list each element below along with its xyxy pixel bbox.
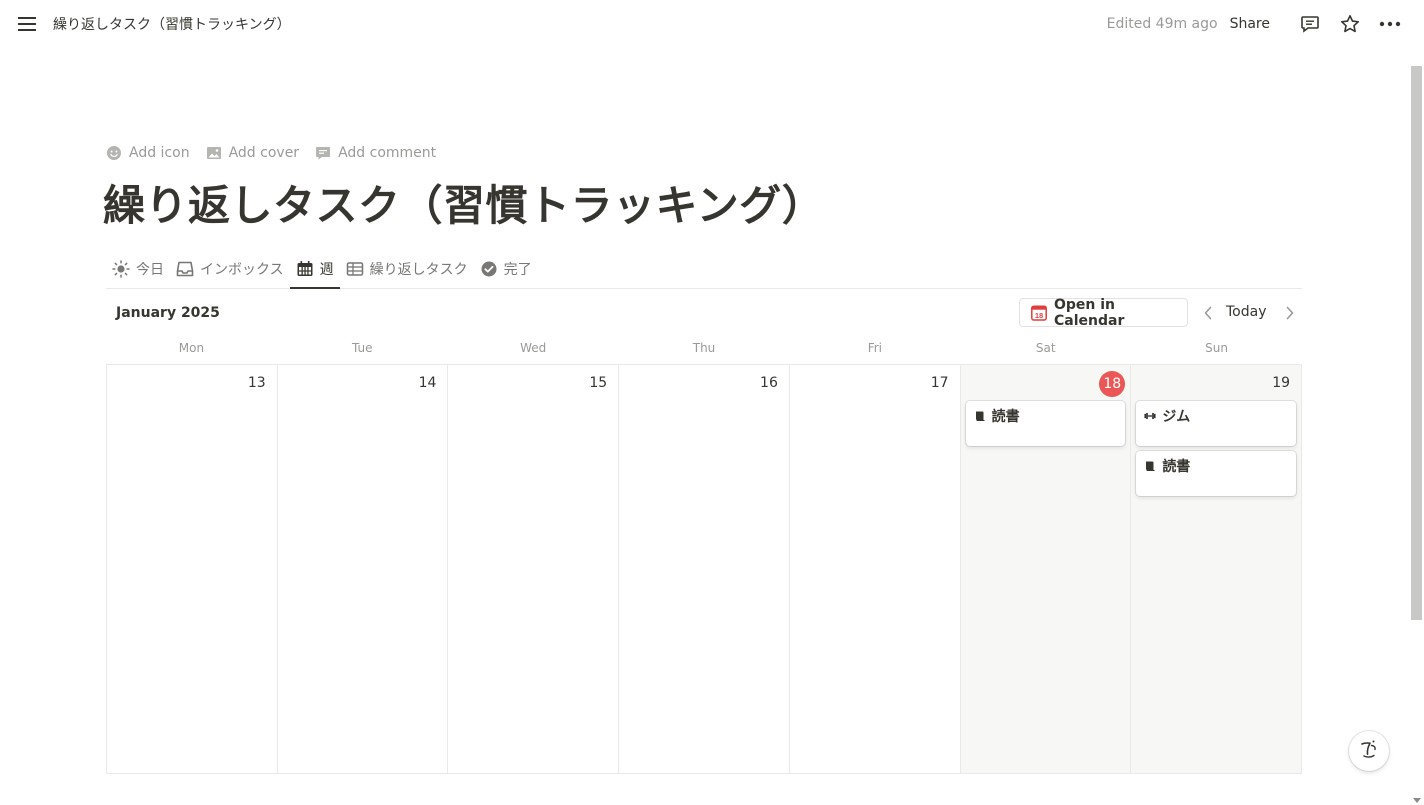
add-cover-label: Add cover bbox=[228, 145, 300, 161]
add-icon-button[interactable]: Add icon bbox=[106, 145, 190, 161]
day-cell-tue[interactable]: 14 bbox=[278, 365, 449, 773]
top-bar: 繰り返しタスク（習慣トラッキング） Edited 49m ago Share bbox=[0, 0, 1424, 48]
assistant-face-icon bbox=[1357, 737, 1381, 765]
view-tabs: 今日 インボックス 週 繰り返しタスク 完了 bbox=[106, 250, 1302, 289]
scrollbar-thumb[interactable] bbox=[1411, 66, 1422, 620]
today-date-badge: 18 bbox=[1099, 371, 1126, 397]
event-title: 読書 bbox=[974, 406, 1020, 426]
edited-timestamp: Edited 49m ago bbox=[1106, 16, 1218, 32]
event-title-text: 読書 bbox=[1162, 459, 1191, 475]
open-in-calendar-button[interactable]: 18 Open in Calendar bbox=[1019, 296, 1188, 329]
event-title: ジム bbox=[1144, 406, 1190, 426]
tab-today[interactable]: 今日 bbox=[106, 250, 170, 288]
breadcrumb-page-title[interactable]: 繰り返しタスク（習慣トラッキング） bbox=[53, 14, 291, 34]
inbox-icon bbox=[176, 260, 194, 278]
add-comment-button[interactable]: Add comment bbox=[315, 145, 436, 161]
event-card[interactable]: 読書 bbox=[1136, 451, 1297, 496]
sun-icon bbox=[112, 260, 130, 278]
more-icon[interactable] bbox=[1379, 13, 1401, 35]
top-right-actions: Edited 49m ago Share bbox=[1107, 10, 1410, 38]
book-icon bbox=[974, 410, 986, 422]
day-number: 19 bbox=[1272, 375, 1291, 391]
chevron-left-icon[interactable] bbox=[1198, 303, 1218, 323]
assistant-button[interactable] bbox=[1349, 731, 1389, 771]
tab-label: インボックス bbox=[200, 262, 284, 278]
tab-label: 繰り返しタスク bbox=[369, 262, 468, 278]
chevron-right-icon[interactable] bbox=[1280, 303, 1300, 323]
tab-week[interactable]: 週 bbox=[289, 250, 340, 289]
calendar-icon bbox=[296, 260, 314, 278]
calendar-app-icon: 18 bbox=[1031, 304, 1047, 321]
image-icon bbox=[206, 145, 222, 161]
today-button[interactable]: Today bbox=[1226, 304, 1267, 320]
weekday-label: Wed bbox=[520, 341, 547, 355]
tab-label: 完了 bbox=[503, 262, 532, 278]
event-title-text: ジム bbox=[1162, 409, 1191, 425]
add-cover-button[interactable]: Add cover bbox=[206, 145, 299, 161]
calendar-month-label: January 2025 bbox=[116, 305, 220, 321]
star-icon[interactable] bbox=[1339, 13, 1361, 35]
day-number: 15 bbox=[589, 375, 608, 391]
tab-recurring-tasks[interactable]: 繰り返しタスク bbox=[340, 250, 474, 288]
calendar-app-icon-date: 18 bbox=[1035, 311, 1043, 320]
event-card[interactable]: ジム bbox=[1136, 401, 1297, 446]
weekday-label: Sun bbox=[1205, 341, 1228, 355]
event-title-text: 読書 bbox=[991, 409, 1020, 425]
book-icon bbox=[1144, 460, 1156, 472]
open-in-calendar-label: Open in Calendar bbox=[1054, 296, 1125, 329]
day-number: 16 bbox=[760, 375, 778, 391]
comment-icon[interactable] bbox=[1299, 13, 1321, 35]
tab-inbox[interactable]: インボックス bbox=[170, 250, 290, 288]
scroll-down-arrow-icon[interactable] bbox=[1413, 798, 1421, 803]
comment-bubble-icon bbox=[315, 145, 331, 161]
day-cell-sat[interactable]: 18 読書 bbox=[960, 365, 1132, 773]
day-cell-mon[interactable]: 13 bbox=[107, 365, 278, 773]
weekday-label: Sat bbox=[1035, 341, 1056, 355]
share-button[interactable]: Share bbox=[1230, 16, 1270, 32]
tab-done[interactable]: 完了 bbox=[474, 250, 538, 288]
day-number: 13 bbox=[247, 375, 266, 391]
event-card[interactable]: 読書 bbox=[965, 401, 1126, 446]
day-number: 17 bbox=[930, 375, 949, 391]
day-cell-wed[interactable]: 15 bbox=[448, 365, 620, 773]
add-comment-label: Add comment bbox=[338, 145, 437, 161]
tab-label: 今日 bbox=[136, 262, 164, 278]
day-number: 14 bbox=[418, 375, 437, 391]
page-header-actions: Add icon Add cover Add comment bbox=[106, 142, 452, 164]
check-circle-icon bbox=[480, 260, 498, 278]
weekday-label: Mon bbox=[178, 341, 205, 355]
tab-label: 週 bbox=[319, 262, 334, 278]
smiley-icon bbox=[106, 145, 122, 161]
weekday-label: Fri bbox=[867, 341, 883, 355]
dumbbell-icon bbox=[1144, 410, 1156, 422]
day-cell-sun[interactable]: 19 ジム 読書 bbox=[1131, 365, 1302, 773]
weekday-header: Mon Tue Wed Thu Fri Sat Sun bbox=[106, 338, 1302, 364]
menu-icon[interactable] bbox=[14, 12, 40, 36]
event-title: 読書 bbox=[1144, 456, 1190, 476]
weekday-label: Thu bbox=[692, 341, 716, 355]
week-grid: 13 14 15 16 17 18 読書 19 ジム 読書 bbox=[106, 364, 1302, 774]
page-title[interactable]: 繰り返しタスク（習慣トラッキング） bbox=[103, 172, 824, 233]
day-cell-fri[interactable]: 17 bbox=[790, 365, 961, 773]
day-cell-thu[interactable]: 16 bbox=[619, 365, 790, 773]
table-icon bbox=[346, 260, 364, 278]
weekday-label: Tue bbox=[352, 341, 373, 355]
add-icon-label: Add icon bbox=[129, 145, 190, 161]
